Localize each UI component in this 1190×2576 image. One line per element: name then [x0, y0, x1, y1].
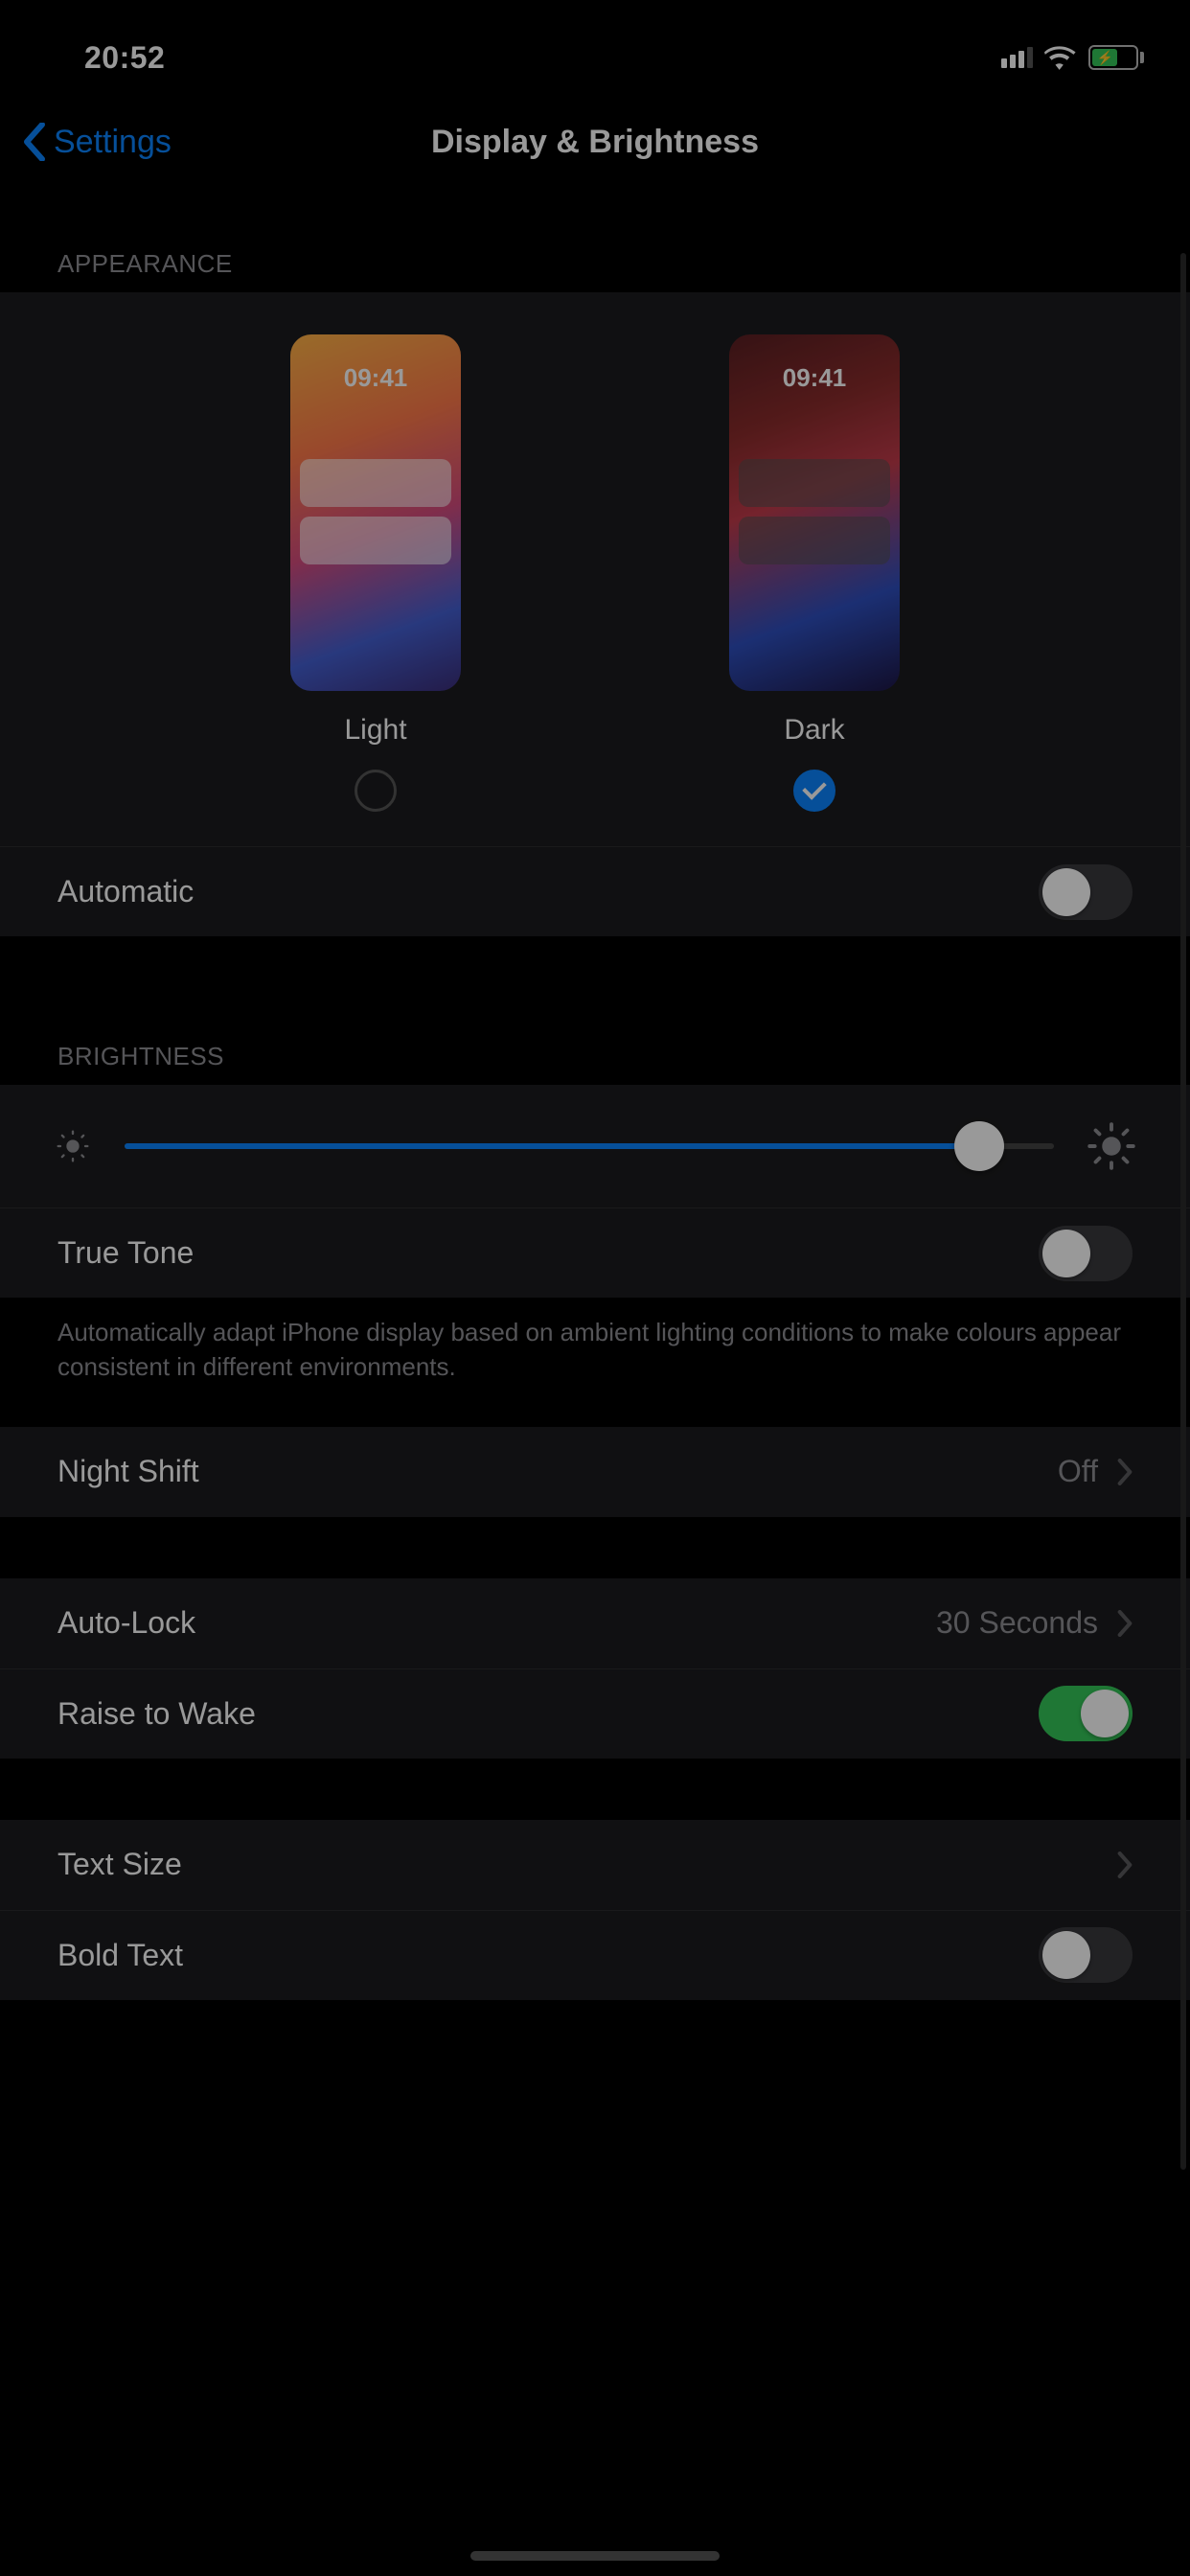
section-header-appearance: APPEARANCE	[0, 188, 1190, 292]
appearance-mode-dark[interactable]: 09:41 Dark	[729, 334, 900, 812]
light-preview-icon: 09:41	[290, 334, 461, 691]
true-tone-row[interactable]: True Tone	[0, 1208, 1190, 1298]
auto-lock-label: Auto-Lock	[57, 1605, 195, 1641]
true-tone-toggle[interactable]	[1039, 1226, 1133, 1281]
chevron-right-icon	[1117, 1610, 1133, 1637]
raise-to-wake-label: Raise to Wake	[57, 1696, 256, 1732]
scroll-indicator[interactable]	[1180, 253, 1186, 2170]
status-icons: ⚡	[1001, 45, 1144, 70]
true-tone-label: True Tone	[57, 1235, 194, 1271]
text-group: Text Size Bold Text	[0, 1820, 1190, 2000]
raise-to-wake-toggle[interactable]	[1039, 1686, 1133, 1741]
nav-bar: Settings Display & Brightness	[0, 96, 1190, 188]
bold-text-toggle[interactable]	[1039, 1927, 1133, 1983]
auto-lock-value: 30 Seconds	[936, 1605, 1098, 1641]
chevron-right-icon	[1117, 1852, 1133, 1878]
automatic-row[interactable]: Automatic	[0, 846, 1190, 936]
appearance-group: 09:41 Light 09:41 Dark Automatic	[0, 292, 1190, 936]
text-size-label: Text Size	[57, 1847, 182, 1882]
page-title: Display & Brightness	[431, 124, 759, 161]
cellular-icon	[1001, 47, 1033, 68]
light-radio[interactable]	[355, 770, 397, 812]
chevron-left-icon	[23, 123, 46, 161]
automatic-toggle[interactable]	[1039, 864, 1133, 920]
dark-preview-icon: 09:41	[729, 334, 900, 691]
battery-icon: ⚡	[1088, 45, 1144, 70]
night-shift-value: Off	[1058, 1454, 1098, 1489]
section-header-brightness: BRIGHTNESS	[0, 936, 1190, 1085]
appearance-mode-light[interactable]: 09:41 Light	[290, 334, 461, 812]
chevron-right-icon	[1117, 1459, 1133, 1485]
wifi-icon	[1044, 45, 1077, 70]
night-shift-row[interactable]: Night Shift Off	[0, 1427, 1190, 1517]
night-shift-group: Night Shift Off	[0, 1427, 1190, 1517]
automatic-label: Automatic	[57, 874, 194, 909]
light-label: Light	[344, 714, 406, 747]
status-bar: 20:52 ⚡	[0, 0, 1190, 96]
display-options-group: Auto-Lock 30 Seconds Raise to Wake	[0, 1578, 1190, 1759]
brightness-slider-row	[0, 1085, 1190, 1208]
back-button[interactable]: Settings	[23, 123, 172, 161]
brightness-group: True Tone	[0, 1085, 1190, 1298]
dark-radio[interactable]	[793, 770, 835, 812]
bold-text-label: Bold Text	[57, 1938, 183, 1973]
text-size-row[interactable]: Text Size	[0, 1820, 1190, 1910]
night-shift-label: Night Shift	[57, 1454, 199, 1489]
brightness-slider[interactable]	[125, 1143, 1054, 1149]
bold-text-row[interactable]: Bold Text	[0, 1910, 1190, 2000]
true-tone-description: Automatically adapt iPhone display based…	[0, 1298, 1190, 1427]
status-time: 20:52	[84, 40, 165, 76]
raise-to-wake-row[interactable]: Raise to Wake	[0, 1668, 1190, 1759]
sun-min-icon	[54, 1127, 92, 1165]
dark-label: Dark	[784, 714, 844, 747]
auto-lock-row[interactable]: Auto-Lock 30 Seconds	[0, 1578, 1190, 1668]
back-label: Settings	[54, 124, 172, 161]
sun-max-icon	[1087, 1121, 1136, 1171]
home-indicator[interactable]	[470, 2551, 720, 2561]
